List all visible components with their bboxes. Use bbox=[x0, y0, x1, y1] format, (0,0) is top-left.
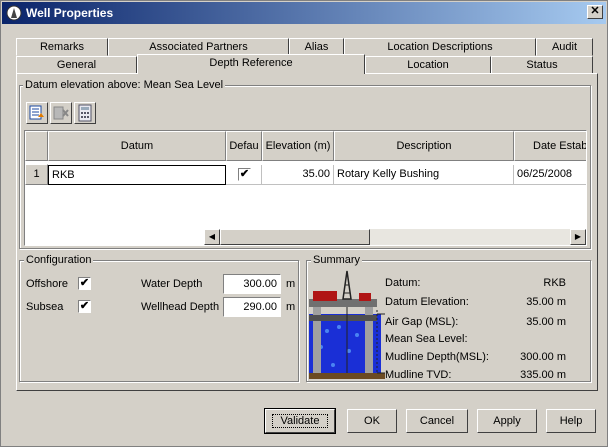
subsea-label: Subsea bbox=[26, 301, 64, 313]
validate-button[interactable]: Validate bbox=[264, 408, 336, 434]
column-header-date[interactable]: Date Establishe bbox=[514, 131, 586, 161]
summary-msl-label: Mean Sea Level: bbox=[385, 333, 468, 345]
title-bar: Well Properties ✕ bbox=[2, 2, 606, 24]
cell-default[interactable]: ✔ bbox=[226, 165, 262, 185]
window-title: Well Properties bbox=[26, 6, 114, 20]
offshore-checkbox[interactable]: ✔ bbox=[78, 277, 91, 290]
water-depth-field[interactable]: 300.00 bbox=[223, 274, 281, 294]
offshore-rig-diagram bbox=[309, 270, 385, 379]
apply-button[interactable]: Apply bbox=[477, 409, 537, 433]
summary-air-gap-label: Air Gap (MSL): bbox=[385, 316, 459, 328]
datum-grid: Datum Defau Elevation (m) Description Da… bbox=[24, 130, 587, 246]
configuration-label: Configuration bbox=[24, 254, 94, 266]
ok-button[interactable]: OK bbox=[347, 409, 397, 433]
offshore-label: Offshore bbox=[26, 278, 68, 290]
calculator-icon bbox=[78, 104, 92, 122]
tab-general[interactable]: General bbox=[16, 56, 137, 74]
help-button[interactable]: Help bbox=[546, 409, 596, 433]
column-header-description[interactable]: Description bbox=[334, 131, 514, 161]
datum-group-label: Datum elevation above: Mean Sea Level bbox=[23, 79, 226, 91]
summary-mudline-depth-value: 300.00 m bbox=[520, 351, 566, 363]
cell-datum[interactable]: RKB bbox=[48, 165, 226, 185]
add-row-icon bbox=[29, 105, 44, 120]
tab-location[interactable]: Location bbox=[365, 56, 491, 74]
summary-mudline-tvd-label: Mudline TVD: bbox=[385, 369, 452, 381]
scroll-left-button[interactable]: ◀ bbox=[204, 229, 220, 245]
cancel-button[interactable]: Cancel bbox=[406, 409, 468, 433]
summary-datum-elevation-label: Datum Elevation: bbox=[385, 296, 469, 308]
well-properties-dialog: Well Properties ✕ Remarks Associated Par… bbox=[0, 0, 608, 447]
summary-datum-label: Datum: bbox=[385, 277, 421, 289]
tab-remarks[interactable]: Remarks bbox=[16, 38, 108, 56]
delete-row-icon bbox=[53, 106, 69, 120]
tab-depth-reference[interactable]: Depth Reference bbox=[137, 54, 365, 74]
water-depth-unit: m bbox=[286, 278, 296, 290]
row-number[interactable]: 1 bbox=[25, 164, 48, 185]
scroll-thumb[interactable] bbox=[220, 229, 370, 245]
summary-datum-value: RKB bbox=[543, 277, 566, 289]
cell-elevation[interactable]: 35.00 bbox=[262, 165, 334, 185]
wellhead-depth-field[interactable]: 290.00 bbox=[223, 297, 281, 317]
grid-corner bbox=[25, 131, 48, 161]
summary-mudline-depth-label: Mudline Depth(MSL): bbox=[385, 351, 489, 363]
delete-datum-button[interactable] bbox=[50, 102, 72, 124]
close-button[interactable]: ✕ bbox=[587, 5, 603, 19]
add-datum-button[interactable] bbox=[26, 102, 48, 124]
column-header-default[interactable]: Defau bbox=[226, 131, 262, 161]
tab-status[interactable]: Status bbox=[491, 56, 593, 74]
tab-location-descriptions[interactable]: Location Descriptions bbox=[344, 38, 536, 56]
tab-audit[interactable]: Audit bbox=[536, 38, 593, 56]
summary-datum-elevation-value: 35.00 m bbox=[526, 296, 566, 308]
summary-air-gap-value: 35.00 m bbox=[526, 316, 566, 328]
summary-label: Summary bbox=[311, 254, 363, 266]
summary-mudline-tvd-value: 335.00 m bbox=[520, 369, 566, 381]
wellhead-depth-label: Wellhead Depth bbox=[141, 301, 220, 313]
column-header-datum[interactable]: Datum bbox=[48, 131, 226, 161]
water-depth-label: Water Depth bbox=[141, 278, 203, 290]
scroll-right-button[interactable]: ▶ bbox=[570, 229, 586, 245]
cell-description[interactable]: Rotary Kelly Bushing bbox=[334, 165, 514, 185]
well-icon bbox=[6, 5, 22, 21]
wellhead-depth-unit: m bbox=[286, 301, 296, 313]
column-header-elevation[interactable]: Elevation (m) bbox=[262, 131, 334, 161]
subsea-checkbox[interactable]: ✔ bbox=[78, 300, 91, 313]
cell-date[interactable]: 06/25/2008 bbox=[514, 165, 586, 185]
calculate-button[interactable] bbox=[74, 102, 96, 124]
validate-button-label: Validate bbox=[271, 414, 329, 428]
horizontal-scrollbar[interactable]: ◀ ▶ bbox=[204, 229, 586, 245]
default-checkbox[interactable]: ✔ bbox=[238, 168, 251, 181]
